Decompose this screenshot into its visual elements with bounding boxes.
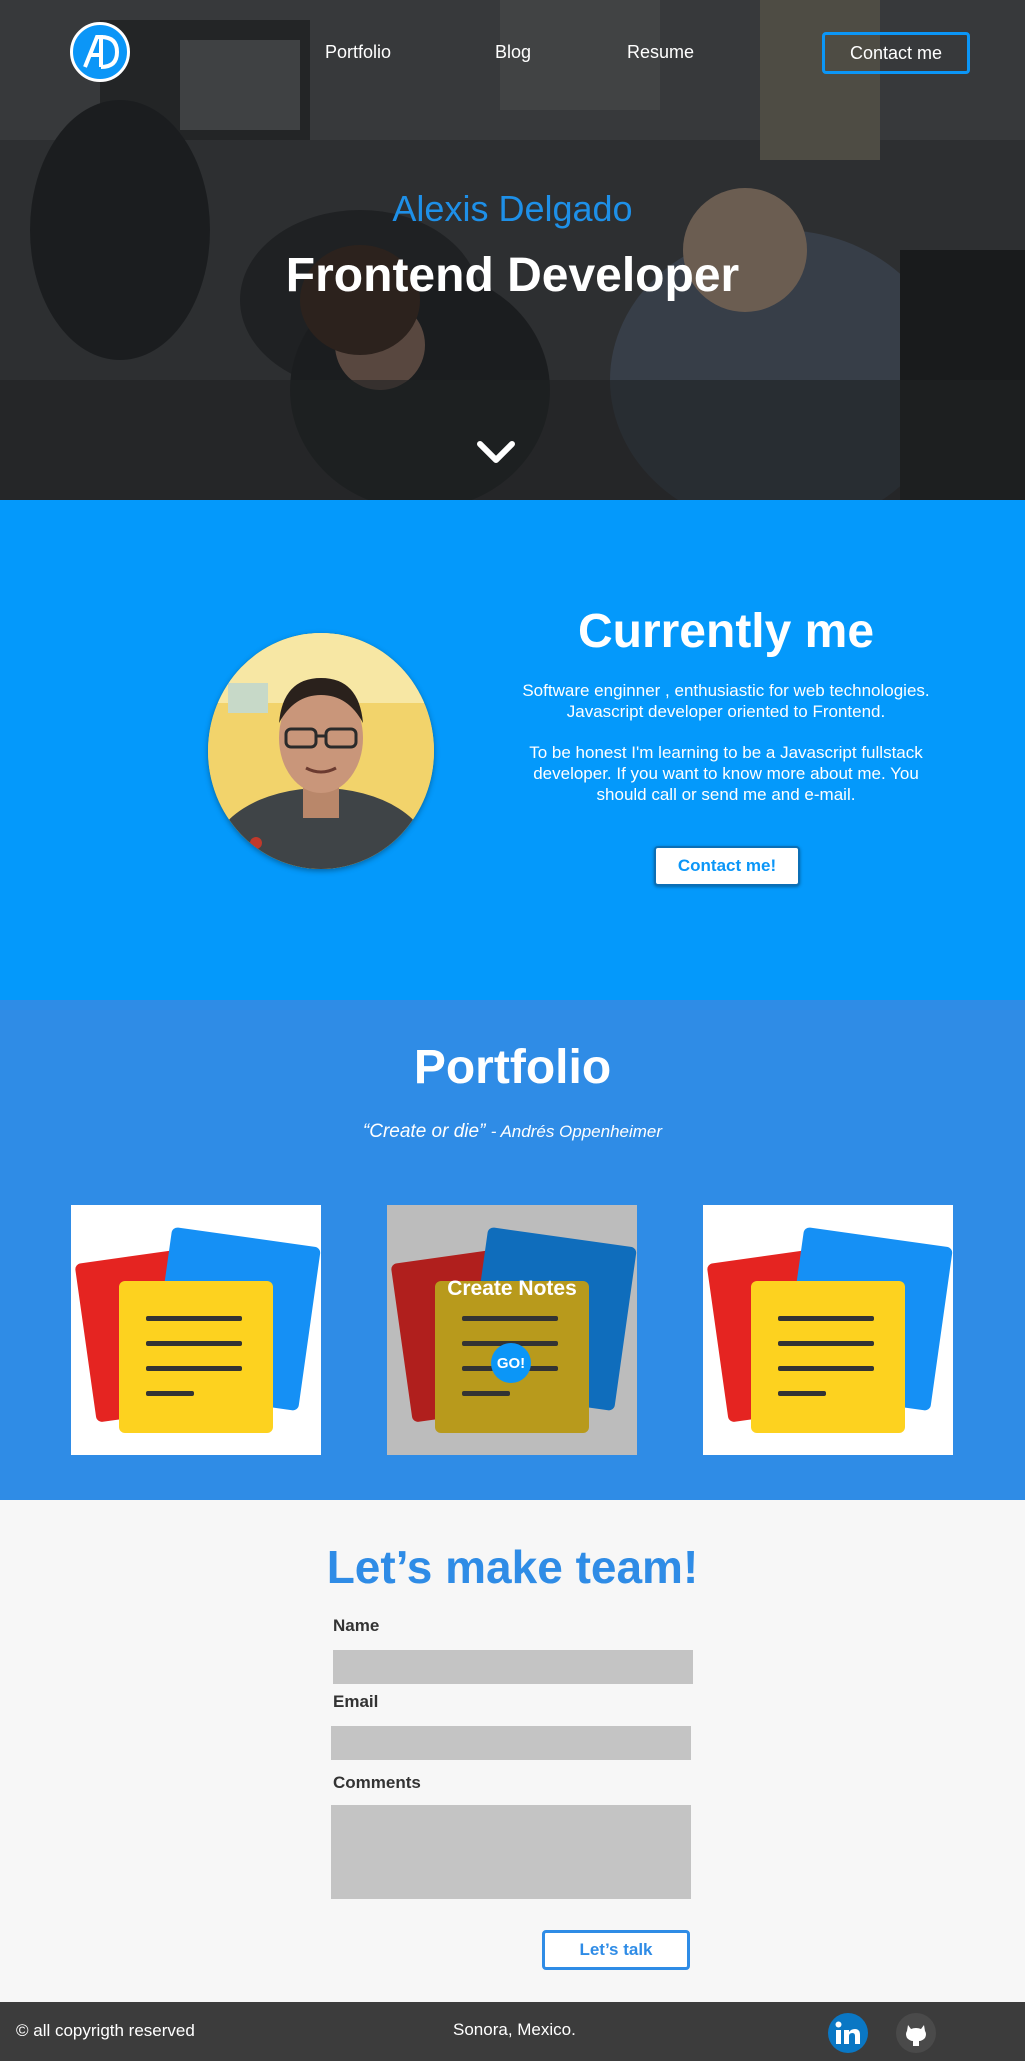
- portfolio-title: Portfolio: [413, 1041, 612, 1094]
- linkedin-icon[interactable]: [828, 2013, 868, 2053]
- footer: © all copyrigth reserved Sonora, Mexico.: [0, 2002, 1025, 2061]
- nav-blog-link[interactable]: Blog: [495, 42, 531, 63]
- logo-icon: [83, 35, 120, 69]
- nav-portfolio-link[interactable]: Portfolio: [325, 42, 391, 63]
- quote-author: - Andrés Oppenheimer: [490, 1122, 663, 1141]
- avatar: [208, 633, 434, 869]
- portfolio-quote: “Create or die” - Andrés Oppenheimer: [0, 1121, 1025, 1143]
- contact-section: Let’s make team! Name Email Comments Let…: [0, 1500, 1025, 2002]
- hero-section: Portfolio Blog Resume Contact me Alexis …: [0, 0, 1025, 500]
- contact-title: Let’s make team!: [326, 1541, 699, 1593]
- portfolio-card-2[interactable]: Create Notes GO!: [387, 1205, 637, 1455]
- github-glyph: [906, 2025, 926, 2046]
- copyright-text: © all copyrigth reserved: [16, 2021, 195, 2040]
- email-field[interactable]: [331, 1726, 691, 1760]
- portfolio-section: Portfolio “Create or die” - Andrés Oppen…: [0, 1000, 1025, 1500]
- github-icon[interactable]: [896, 2013, 936, 2053]
- about-title: Currently me: [577, 605, 875, 658]
- about-section: Currently me Software enginner , enthusi…: [0, 500, 1025, 1000]
- notes-icon: [391, 1227, 637, 1433]
- card-title: Create Notes: [447, 1277, 577, 1300]
- about-paragraph-2: To be honest I'm learning to be a Javasc…: [529, 743, 923, 804]
- profile-photo: [208, 633, 434, 869]
- chevron-down-icon[interactable]: [476, 438, 516, 466]
- logo[interactable]: [70, 22, 130, 82]
- notes-icon: [75, 1227, 321, 1433]
- email-label: Email: [333, 1692, 379, 1711]
- portfolio-card-3[interactable]: [703, 1205, 953, 1455]
- about-paragraph-1: Software enginner , enthusiastic for web…: [522, 681, 930, 721]
- notes-icon: [707, 1227, 953, 1433]
- comments-field[interactable]: [331, 1805, 691, 1899]
- location-text: Sonora, Mexico.: [453, 2020, 576, 2039]
- hero-role: Frontend Developer: [285, 249, 740, 302]
- comments-label: Comments: [333, 1773, 421, 1792]
- hero-name: Alexis Delgado: [392, 188, 633, 229]
- submit-button[interactable]: Let’s talk: [542, 1930, 690, 1970]
- nav-resume-link[interactable]: Resume: [627, 42, 694, 63]
- nav-contact-button[interactable]: Contact me: [822, 32, 970, 74]
- portfolio-card-1[interactable]: [71, 1205, 321, 1455]
- go-button[interactable]: GO!: [491, 1343, 531, 1383]
- quote-text: “Create or die”: [362, 1121, 486, 1142]
- name-field[interactable]: [333, 1650, 693, 1684]
- name-label: Name: [333, 1616, 380, 1635]
- about-contact-button[interactable]: Contact me!: [654, 846, 800, 886]
- linkedin-glyph: [835, 2021, 860, 2044]
